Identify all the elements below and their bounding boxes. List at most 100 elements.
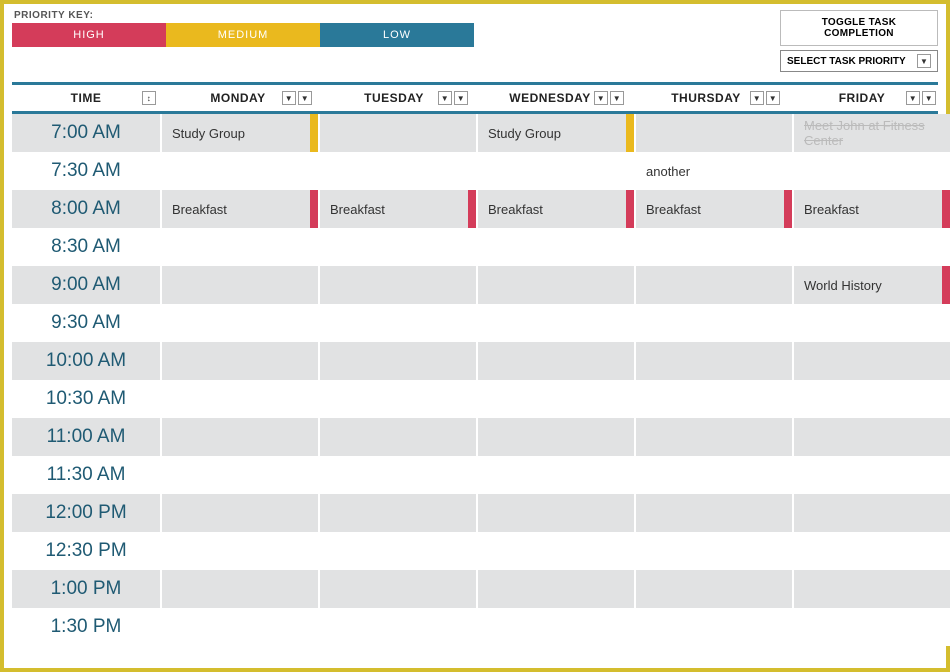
task-cell[interactable] xyxy=(636,342,792,380)
time-cell: 9:00 AM xyxy=(12,266,160,304)
task-cell[interactable] xyxy=(162,608,318,646)
header-thursday: THURSDAY ▼ ▼ xyxy=(628,85,784,111)
task-cell[interactable]: Breakfast xyxy=(162,190,318,228)
task-cell[interactable] xyxy=(320,342,476,380)
task-cell[interactable] xyxy=(320,380,476,418)
task-cell[interactable] xyxy=(162,304,318,342)
task-cell[interactable] xyxy=(636,532,792,570)
task-cell[interactable] xyxy=(794,342,950,380)
schedule-row: 11:30 AM xyxy=(12,456,938,494)
task-cell[interactable] xyxy=(636,608,792,646)
toggle-task-completion-button[interactable]: TOGGLE TASK COMPLETION xyxy=(780,10,938,46)
filter-icon[interactable]: ▼ xyxy=(906,91,920,105)
task-text: Breakfast xyxy=(804,202,859,217)
schedule-row: 9:30 AM xyxy=(12,304,938,342)
task-cell[interactable] xyxy=(162,152,318,190)
task-cell[interactable] xyxy=(162,266,318,304)
task-cell[interactable] xyxy=(478,570,634,608)
task-cell[interactable] xyxy=(794,418,950,456)
task-cell[interactable] xyxy=(794,456,950,494)
task-cell[interactable]: Breakfast xyxy=(794,190,950,228)
task-cell[interactable] xyxy=(636,494,792,532)
filter-icon[interactable]: ▼ xyxy=(594,91,608,105)
task-cell[interactable] xyxy=(478,266,634,304)
task-cell[interactable] xyxy=(162,532,318,570)
task-cell[interactable] xyxy=(320,266,476,304)
task-cell[interactable] xyxy=(478,152,634,190)
task-cell[interactable]: Study Group xyxy=(478,114,634,152)
task-cell[interactable] xyxy=(162,380,318,418)
task-cell[interactable] xyxy=(320,152,476,190)
task-cell[interactable] xyxy=(794,608,950,646)
task-cell[interactable] xyxy=(636,418,792,456)
task-cell[interactable] xyxy=(478,608,634,646)
task-cell[interactable]: Meet John at Fitness Center xyxy=(794,114,950,152)
filter-icon[interactable]: ▼ xyxy=(282,91,296,105)
task-cell[interactable] xyxy=(320,494,476,532)
task-cell[interactable] xyxy=(794,532,950,570)
task-cell[interactable] xyxy=(636,114,792,152)
filter-icon[interactable]: ▼ xyxy=(922,91,936,105)
task-cell[interactable] xyxy=(636,266,792,304)
priority-tag xyxy=(942,266,950,304)
task-cell[interactable] xyxy=(478,456,634,494)
task-text: Meet John at Fitness Center xyxy=(804,118,940,148)
schedule-grid: TIME ↕ MONDAY ▼ ▼ TUESDAY ▼ ▼ WEDNESDAY … xyxy=(4,85,946,646)
task-cell[interactable]: another xyxy=(636,152,792,190)
filter-icon[interactable]: ▼ xyxy=(750,91,764,105)
task-cell[interactable] xyxy=(320,570,476,608)
task-cell[interactable]: Breakfast xyxy=(636,190,792,228)
filter-icon[interactable]: ▼ xyxy=(438,91,452,105)
task-cell[interactable]: Breakfast xyxy=(320,190,476,228)
task-cell[interactable] xyxy=(794,152,950,190)
sort-icon[interactable]: ↕ xyxy=(142,91,156,105)
task-cell[interactable] xyxy=(794,304,950,342)
task-cell[interactable] xyxy=(320,418,476,456)
task-cell[interactable] xyxy=(320,608,476,646)
task-cell[interactable] xyxy=(794,494,950,532)
filter-icon[interactable]: ▼ xyxy=(766,91,780,105)
task-cell[interactable] xyxy=(162,418,318,456)
task-cell[interactable] xyxy=(320,456,476,494)
task-cell[interactable] xyxy=(636,380,792,418)
task-cell[interactable] xyxy=(636,570,792,608)
task-cell[interactable] xyxy=(478,418,634,456)
time-cell: 10:30 AM xyxy=(12,380,160,418)
task-cell[interactable] xyxy=(794,228,950,266)
task-cell[interactable] xyxy=(636,228,792,266)
task-cell[interactable] xyxy=(320,228,476,266)
task-cell[interactable] xyxy=(478,342,634,380)
task-cell[interactable] xyxy=(478,494,634,532)
task-cell[interactable] xyxy=(320,304,476,342)
task-cell[interactable] xyxy=(162,456,318,494)
task-cell[interactable] xyxy=(794,380,950,418)
filter-icon[interactable]: ▼ xyxy=(454,91,468,105)
header-time-label: TIME xyxy=(71,91,102,105)
header-monday-label: MONDAY xyxy=(210,91,265,105)
schedule-row: 7:00 AMStudy GroupStudy GroupMeet John a… xyxy=(12,114,938,152)
schedule-row: 1:00 PM xyxy=(12,570,938,608)
task-cell[interactable] xyxy=(320,532,476,570)
task-cell[interactable] xyxy=(478,304,634,342)
task-cell[interactable] xyxy=(162,570,318,608)
filter-icon[interactable]: ▼ xyxy=(298,91,312,105)
task-cell[interactable] xyxy=(162,494,318,532)
task-cell[interactable]: Breakfast xyxy=(478,190,634,228)
task-cell[interactable] xyxy=(162,342,318,380)
task-cell[interactable] xyxy=(636,456,792,494)
select-task-priority-dropdown[interactable]: SELECT TASK PRIORITY ▼ xyxy=(780,50,938,72)
header-tuesday-label: TUESDAY xyxy=(364,91,424,105)
header-monday: MONDAY ▼ ▼ xyxy=(160,85,316,111)
task-cell[interactable] xyxy=(478,228,634,266)
task-cell[interactable] xyxy=(478,532,634,570)
task-cell[interactable]: Study Group xyxy=(162,114,318,152)
priority-tag xyxy=(310,190,318,228)
priority-tag xyxy=(626,114,634,152)
task-cell[interactable] xyxy=(478,380,634,418)
task-cell[interactable] xyxy=(636,304,792,342)
filter-icon[interactable]: ▼ xyxy=(610,91,624,105)
task-cell[interactable] xyxy=(794,570,950,608)
task-cell[interactable] xyxy=(320,114,476,152)
task-cell[interactable] xyxy=(162,228,318,266)
task-cell[interactable]: World History xyxy=(794,266,950,304)
